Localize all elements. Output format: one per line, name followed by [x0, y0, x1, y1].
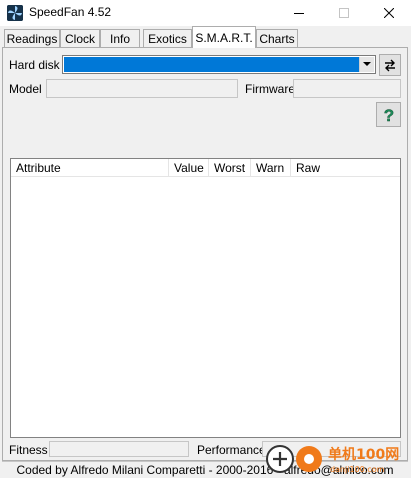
maximize-button[interactable] [321, 0, 366, 26]
column-warn[interactable]: Warn [251, 159, 291, 177]
chevron-down-icon [363, 62, 371, 66]
minimize-icon [293, 13, 304, 14]
refresh-icon [385, 59, 395, 72]
column-attribute[interactable]: Attribute [11, 159, 169, 177]
watermark-subtext: danji100.com [330, 465, 385, 474]
fitness-label: Fitness [9, 443, 48, 457]
help-button[interactable]: ? [376, 102, 401, 127]
firmware-field [293, 79, 401, 98]
close-icon [383, 8, 394, 18]
window-title: SpeedFan 4.52 [29, 5, 112, 19]
model-label: Model [9, 82, 42, 96]
refresh-button[interactable] [379, 54, 401, 76]
hard-disk-select[interactable] [62, 55, 376, 74]
tab-clock[interactable]: Clock [60, 29, 100, 48]
table-header: Attribute Value Worst Warn Raw [11, 159, 400, 177]
tab-readings[interactable]: Readings [4, 29, 60, 48]
hard-disk-value [64, 57, 359, 72]
fitness-bar [49, 441, 189, 457]
title-bar[interactable]: SpeedFan 4.52 [0, 0, 411, 26]
minimize-button[interactable] [276, 0, 321, 26]
firmware-label: Firmware [245, 82, 295, 96]
watermark: 单机100网 danji100.com [266, 437, 411, 478]
tab-exotics[interactable]: Exotics [143, 29, 192, 48]
close-button[interactable] [366, 0, 411, 26]
performance-label: Performance [197, 443, 266, 457]
question-icon: ? [383, 106, 394, 124]
smart-attribute-table[interactable]: Attribute Value Worst Warn Raw [10, 158, 401, 438]
watermark-text: 单机100网 [328, 446, 399, 463]
column-value[interactable]: Value [169, 159, 209, 177]
hard-disk-dropdown-button[interactable] [359, 57, 374, 72]
help-glyph: ? [383, 106, 393, 124]
tab-charts[interactable]: Charts [256, 29, 298, 48]
tab-smart[interactable]: S.M.A.R.T. [192, 26, 256, 48]
column-raw[interactable]: Raw [291, 159, 400, 177]
tab-info[interactable]: Info [100, 29, 140, 48]
tab-strip: Readings Clock Info Exotics S.M.A.R.T. C… [0, 26, 411, 48]
maximize-icon [338, 8, 349, 18]
hard-disk-label: Hard disk [9, 58, 60, 72]
speedfan-app-icon [7, 5, 23, 21]
column-worst[interactable]: Worst [209, 159, 251, 177]
model-field [46, 79, 238, 98]
